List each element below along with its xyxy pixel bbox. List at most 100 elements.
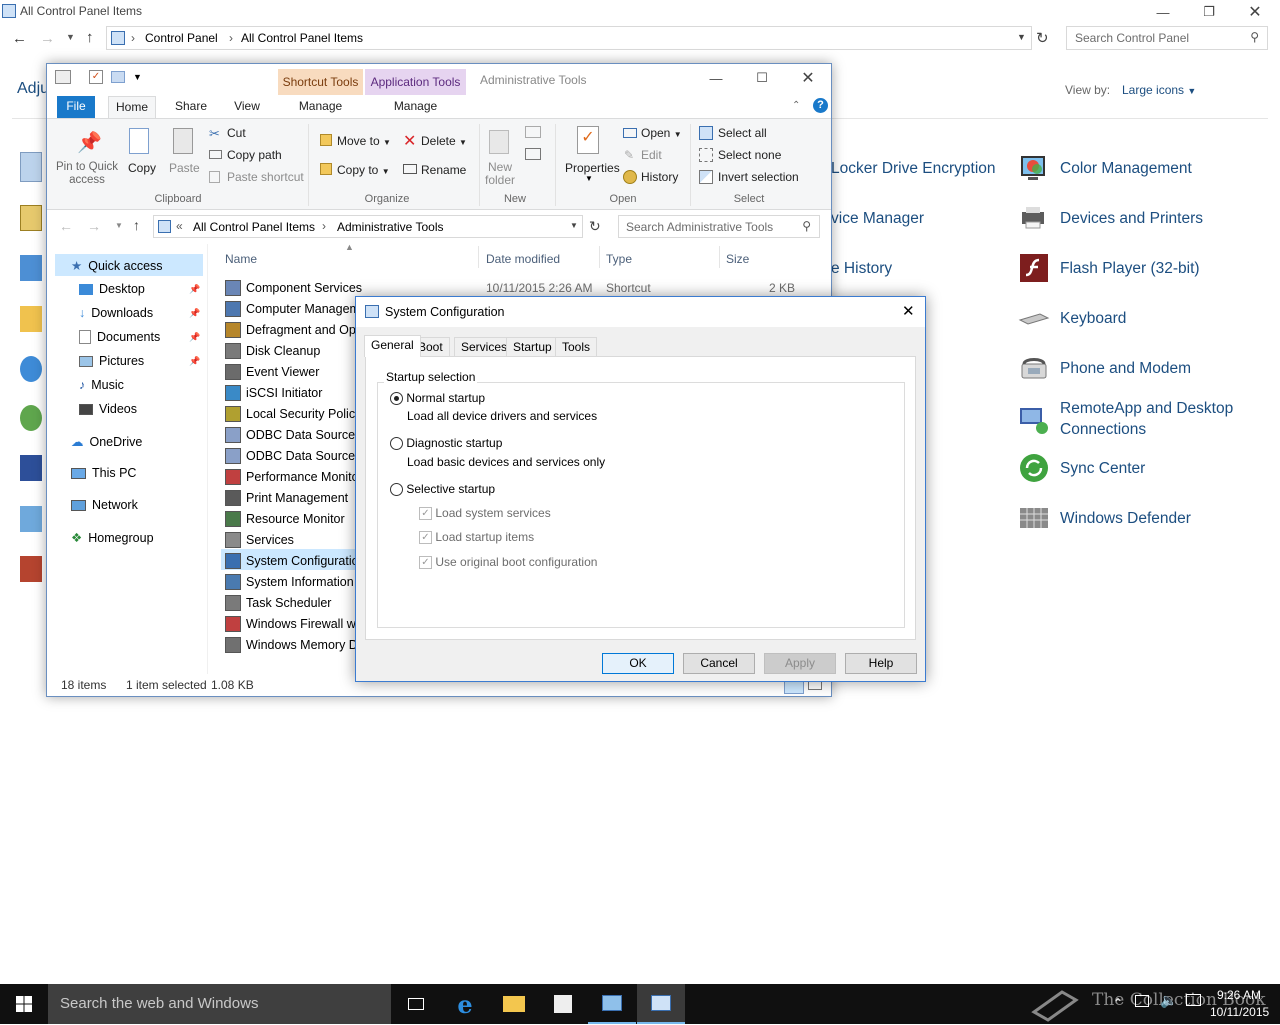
refresh-icon[interactable]: ↻ <box>1036 29 1049 47</box>
dialog-tab-tools[interactable]: Tools <box>555 337 598 357</box>
new-folder-button[interactable]: New folder <box>483 161 517 187</box>
cp-item-phone-modem[interactable]: Phone and Modem <box>1018 352 1191 384</box>
file-row[interactable]: Disk Cleanup <box>225 343 320 359</box>
select-none-button[interactable]: Select none <box>718 148 781 162</box>
cp-item-device-manager[interactable]: vice Manager <box>831 208 924 229</box>
tab-share[interactable]: Share <box>168 96 214 118</box>
taskbar-search-input[interactable]: Search the web and Windows <box>48 984 391 1024</box>
properties-qat-icon[interactable] <box>55 70 71 84</box>
cp-item-remoteapp[interactable]: RemoteApp and Desktop Connections <box>1018 398 1250 440</box>
back-icon[interactable]: ← <box>59 218 73 234</box>
tab-manage-application[interactable]: Manage <box>365 96 466 118</box>
copy-button[interactable]: Copy <box>128 161 156 175</box>
search-input[interactable]: Search Control Panel ⚲ <box>1066 26 1268 50</box>
clock-date[interactable]: 10/11/2015 <box>1210 1005 1269 1019</box>
close-button[interactable]: ✕ <box>1232 0 1278 24</box>
recent-chevron-icon[interactable]: ▼ <box>115 221 123 230</box>
nav-downloads[interactable]: ↓ Downloads <box>79 306 153 320</box>
qat-dropdown-icon[interactable]: ▼ <box>133 72 142 82</box>
apply-button[interactable]: Apply <box>764 653 836 674</box>
selective-startup-radio[interactable]: Selective startup <box>390 482 495 497</box>
collapse-ribbon-icon[interactable]: ⌃ <box>792 100 800 111</box>
back-icon[interactable]: ← <box>12 30 27 47</box>
edge-button[interactable]: e <box>441 984 489 1024</box>
copy-path-button[interactable]: Copy path <box>227 148 282 162</box>
network-tray-icon[interactable] <box>1135 995 1149 1007</box>
explorer-address-bar[interactable]: « All Control Panel Items › Administrati… <box>153 215 583 238</box>
cut-button[interactable]: Cut <box>227 126 246 140</box>
edit-button[interactable]: Edit <box>641 148 662 162</box>
cp-item-devices-printers[interactable]: Devices and Printers <box>1018 202 1203 234</box>
pin-icon[interactable]: 📌 <box>189 284 200 295</box>
nav-pictures[interactable]: Pictures <box>79 354 144 368</box>
explorer-minimize-button[interactable]: — <box>693 66 739 90</box>
forward-icon[interactable]: → <box>87 218 101 234</box>
explorer-close-button[interactable]: ✕ <box>785 66 831 90</box>
dialog-close-button[interactable]: ✕ <box>902 302 915 320</box>
cp-item-windows-defender[interactable]: Windows Defender <box>1018 502 1191 534</box>
store-button[interactable] <box>539 984 587 1024</box>
breadcrumb-admin-tools[interactable]: Administrative Tools <box>337 220 444 234</box>
nav-music[interactable]: ♪ Music <box>79 378 124 392</box>
paste-shortcut-button[interactable]: Paste shortcut <box>227 170 304 184</box>
file-row[interactable]: Resource Monitor <box>225 511 345 527</box>
nav-documents[interactable]: Documents <box>79 330 160 344</box>
properties-button[interactable]: Properties <box>565 161 620 175</box>
cp-item-file-history[interactable]: e History <box>831 258 892 279</box>
cp-item-color-management[interactable]: Color Management <box>1018 152 1192 184</box>
file-row[interactable]: ODBC Data Sources ( <box>225 448 369 464</box>
column-type[interactable]: Type <box>606 252 632 266</box>
refresh-icon[interactable]: ↻ <box>589 218 601 235</box>
dialog-tab-general[interactable]: General <box>364 335 421 357</box>
copy-to-button[interactable]: Copy to ▼ <box>337 163 390 177</box>
file-row[interactable]: iSCSI Initiator <box>225 385 322 401</box>
column-date-modified[interactable]: Date modified <box>486 252 560 266</box>
nav-this-pc[interactable]: This PC <box>71 466 136 480</box>
select-all-button[interactable]: Select all <box>718 126 767 140</box>
file-explorer-button[interactable] <box>490 984 538 1024</box>
file-row[interactable]: Services <box>225 532 294 548</box>
minimize-button[interactable]: — <box>1140 0 1186 24</box>
file-row[interactable]: Windows Memory Di <box>225 637 361 653</box>
task-view-button[interactable] <box>392 984 440 1024</box>
volume-icon[interactable]: 🔈 <box>1160 992 1177 1009</box>
forward-icon[interactable]: → <box>40 30 55 47</box>
help-icon[interactable]: ? <box>813 98 828 113</box>
file-row[interactable]: Computer Managem <box>225 301 360 317</box>
cp-item-keyboard[interactable]: Keyboard <box>1018 302 1126 334</box>
msconfig-taskbar-button[interactable] <box>637 984 685 1024</box>
context-tab-shortcut-tools[interactable]: Shortcut Tools <box>278 69 363 95</box>
file-row[interactable]: Performance Monito <box>225 469 359 485</box>
pin-icon[interactable]: 📌 <box>189 332 200 343</box>
recent-chevron-icon[interactable]: ▼ <box>66 32 75 42</box>
chevron-down-icon[interactable]: ▼ <box>570 221 578 230</box>
nav-desktop[interactable]: Desktop <box>79 282 145 296</box>
tab-file[interactable]: File <box>57 96 95 118</box>
history-button[interactable]: History <box>641 170 678 184</box>
view-by-dropdown[interactable]: Large icons ▼ <box>1122 83 1196 97</box>
paste-button[interactable]: Paste <box>169 161 200 175</box>
clock-time[interactable]: 9:26 AM <box>1217 988 1261 1002</box>
nav-network[interactable]: Network <box>71 498 138 512</box>
cp-item-bitlocker[interactable]: Locker Drive Encryption <box>831 158 996 179</box>
file-row[interactable]: Windows Firewall wit <box>225 616 362 632</box>
file-row[interactable]: Local Security Policy <box>225 406 361 422</box>
show-hidden-icons[interactable]: ⌃ <box>1113 996 1123 1010</box>
cancel-button[interactable]: Cancel <box>683 653 755 674</box>
file-row[interactable]: System Configuration <box>225 553 366 569</box>
invert-selection-button[interactable]: Invert selection <box>718 170 799 184</box>
restore-button[interactable]: ❐ <box>1186 0 1232 24</box>
rename-button[interactable]: Rename <box>421 163 466 177</box>
explorer-maximize-button[interactable]: ☐ <box>739 66 785 90</box>
cp-item-sync-center[interactable]: Sync Center <box>1018 452 1145 484</box>
open-button[interactable]: Open ▼ <box>641 126 682 140</box>
pin-icon[interactable]: 📌 <box>189 356 200 367</box>
pin-icon[interactable]: 📌 <box>189 308 200 319</box>
help-button[interactable]: Help <box>845 653 917 674</box>
up-icon[interactable]: ↑ <box>86 29 94 46</box>
move-to-button[interactable]: Move to ▼ <box>337 134 391 148</box>
tab-view[interactable]: View <box>225 96 269 118</box>
normal-startup-radio[interactable]: Normal startup <box>390 391 485 406</box>
breadcrumb-all-items[interactable]: All Control Panel Items <box>193 220 315 234</box>
breadcrumb-control-panel[interactable]: Control Panel <box>145 31 218 45</box>
